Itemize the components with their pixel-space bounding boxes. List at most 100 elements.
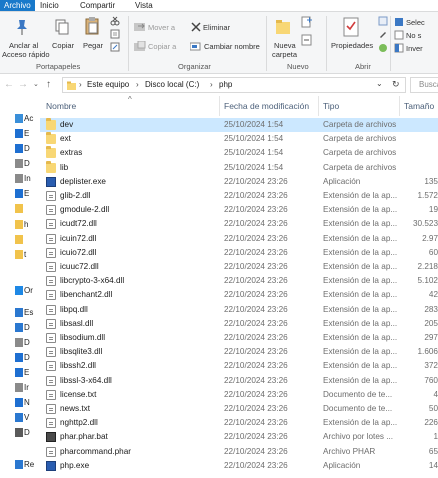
nav-item[interactable]: h	[0, 218, 36, 232]
select-all-icon[interactable]	[394, 17, 404, 27]
nav-item[interactable]: Es	[0, 306, 36, 320]
file-row[interactable]: libenchant2.dll 22/10/2024 23:26 Extensión…	[40, 288, 438, 302]
file-row[interactable]: extras 25/10/2024 1:54 Carpeta de archivos	[40, 146, 438, 160]
nav-item[interactable]: D	[0, 426, 36, 440]
back-button[interactable]: ←	[4, 79, 14, 90]
new-folder-icon[interactable]	[275, 18, 293, 36]
nav-item[interactable]: V	[0, 411, 36, 425]
nav-item[interactable]: Or	[0, 284, 36, 298]
file-row[interactable]: dev 25/10/2024 1:54 Carpeta de archivos	[40, 118, 438, 133]
paste-shortcut-icon[interactable]	[110, 42, 120, 52]
rename-button[interactable]: Cambiar nombre	[204, 42, 260, 51]
nav-item[interactable]: E	[0, 366, 36, 380]
new-item-icon[interactable]	[301, 16, 313, 28]
nav-item[interactable]: D	[0, 142, 36, 156]
nav-item[interactable]: Ir	[0, 381, 36, 395]
forward-button[interactable]: →	[18, 79, 28, 90]
breadcrumb-php[interactable]: php	[219, 80, 232, 89]
tab-inicio[interactable]: Inicio	[36, 0, 63, 11]
invert-selection-icon[interactable]	[394, 43, 404, 53]
file-row[interactable]: libcrypto-3-x64.dll 22/10/2024 23:26 Exten…	[40, 274, 438, 288]
nav-item[interactable]: t	[0, 248, 36, 262]
file-row[interactable]: libsasl.dll 22/10/2024 23:26 Extensión de …	[40, 317, 438, 331]
file-row[interactable]: news.txt 22/10/2024 23:26 Documento de te.…	[40, 402, 438, 416]
nav-item[interactable]: D	[0, 321, 36, 335]
edit-icon[interactable]	[378, 29, 388, 39]
nav-item[interactable]: Ac	[0, 112, 36, 126]
nav-item[interactable]: D	[0, 157, 36, 171]
pin-label[interactable]: Anclar al	[9, 41, 38, 50]
file-row[interactable]: libsqlite3.dll 22/10/2024 23:26 Extensión …	[40, 345, 438, 359]
tab-archivo[interactable]: Archivo	[0, 0, 35, 11]
file-row[interactable]: icuuc72.dll 22/10/2024 23:26 Extensión de …	[40, 260, 438, 274]
column-date[interactable]: Fecha de modificación	[224, 101, 309, 111]
file-row[interactable]: php.exe 22/10/2024 23:26 Aplicación 14	[40, 459, 438, 473]
nav-item[interactable]: E	[0, 187, 36, 201]
scissors-icon[interactable]	[110, 16, 120, 26]
tab-compartir[interactable]: Compartir	[76, 0, 119, 11]
up-button[interactable]: ↑	[46, 79, 51, 90]
copy-icon[interactable]	[54, 18, 70, 36]
file-row[interactable]: license.txt 22/10/2024 23:26 Documento de …	[40, 388, 438, 402]
search-input[interactable]: Busca	[410, 77, 438, 93]
open-icon[interactable]	[378, 16, 388, 26]
file-row[interactable]: icuio72.dll 22/10/2024 23:26 Extensión de …	[40, 246, 438, 260]
file-row[interactable]: deplister.exe 22/10/2024 23:26 Aplicación 1…	[40, 175, 438, 189]
file-row[interactable]: icudt72.dll 22/10/2024 23:26 Extensión de …	[40, 217, 438, 231]
delete-button[interactable]: Eliminar	[203, 23, 230, 32]
file-row[interactable]: icuin72.dll 22/10/2024 23:26 Extensión de …	[40, 232, 438, 246]
copy-to-button[interactable]: Copiar a	[148, 42, 176, 51]
copy-path-icon[interactable]	[110, 29, 120, 39]
nav-item[interactable]	[0, 233, 36, 247]
address-dropdown-icon[interactable]: ⌄	[376, 79, 383, 88]
file-row[interactable]: nghttp2.dll 22/10/2024 23:26 Extensión de …	[40, 416, 438, 430]
delete-icon[interactable]	[191, 22, 201, 32]
breadcrumb-este-equipo[interactable]: Este equipo	[87, 80, 129, 89]
breadcrumb-disco-local[interactable]: Disco local (C:)	[145, 80, 199, 89]
file-row[interactable]: gmodule-2.dll 22/10/2024 23:26 Extensión d…	[40, 203, 438, 217]
copy-button[interactable]: Copiar	[52, 41, 74, 50]
nav-item[interactable]: D	[0, 336, 36, 350]
move-to-icon[interactable]	[134, 21, 146, 31]
nav-item[interactable]	[0, 202, 36, 216]
nav-item[interactable]: D	[0, 351, 36, 365]
file-row[interactable]: libssl-3-x64.dll 22/10/2024 23:26 Extensió…	[40, 374, 438, 388]
properties-button[interactable]: Propiedades	[331, 41, 373, 50]
nav-item[interactable]: Re	[0, 458, 36, 472]
move-to-button[interactable]: Mover a	[148, 23, 175, 32]
nav-item[interactable]: E	[0, 127, 36, 141]
refresh-icon[interactable]: ↻	[392, 79, 400, 90]
column-divider[interactable]	[318, 96, 319, 116]
file-row[interactable]: phar.phar.bat 22/10/2024 23:26 Archivo por…	[40, 430, 438, 444]
paste-button[interactable]: Pegar	[83, 41, 103, 50]
file-row[interactable]: ext 25/10/2024 1:54 Carpeta de archivos	[40, 132, 438, 146]
file-row[interactable]: libssh2.dll 22/10/2024 23:26 Extensión de …	[40, 359, 438, 373]
file-row[interactable]: glib-2.dll 22/10/2024 23:26 Extensión de l…	[40, 189, 438, 203]
invert-selection-button[interactable]: Inver	[406, 44, 423, 53]
column-divider[interactable]	[219, 96, 220, 116]
file-row[interactable]: pharcommand.phar 22/10/2024 23:26 Archivo …	[40, 445, 438, 459]
file-row[interactable]: lib 25/10/2024 1:54 Carpeta de archivos	[40, 160, 438, 175]
nav-item[interactable]: In	[0, 172, 36, 186]
recent-locations-button[interactable]: ⌄	[33, 80, 39, 88]
pin-icon[interactable]	[14, 18, 30, 36]
column-type[interactable]: Tipo	[323, 101, 339, 111]
rename-icon[interactable]	[190, 42, 202, 51]
paste-icon[interactable]	[84, 16, 100, 36]
new-folder-button[interactable]: Nueva	[274, 41, 296, 50]
pin-label-2[interactable]: Acceso rápido	[2, 50, 50, 59]
column-divider[interactable]	[399, 96, 400, 116]
file-row[interactable]: libpq.dll 22/10/2024 23:26 Extensión de la…	[40, 303, 438, 317]
file-row[interactable]: libsodium.dll 22/10/2024 23:26 Extensión d…	[40, 331, 438, 345]
tab-vista[interactable]: Vista	[131, 0, 157, 11]
nav-item[interactable]: N	[0, 396, 36, 410]
easy-access-icon[interactable]	[301, 34, 313, 46]
column-name[interactable]: Nombre	[46, 101, 76, 111]
address-bar[interactable]: › Este equipo › Disco local (C:) › php ⌄…	[62, 77, 406, 93]
select-none-icon[interactable]	[394, 30, 404, 40]
column-size[interactable]: Tamaño	[404, 101, 434, 111]
copy-to-icon[interactable]	[134, 41, 146, 51]
history-icon[interactable]	[378, 43, 388, 53]
select-none-button[interactable]: No s	[406, 31, 421, 40]
new-folder-button-2[interactable]: carpeta	[272, 50, 297, 59]
